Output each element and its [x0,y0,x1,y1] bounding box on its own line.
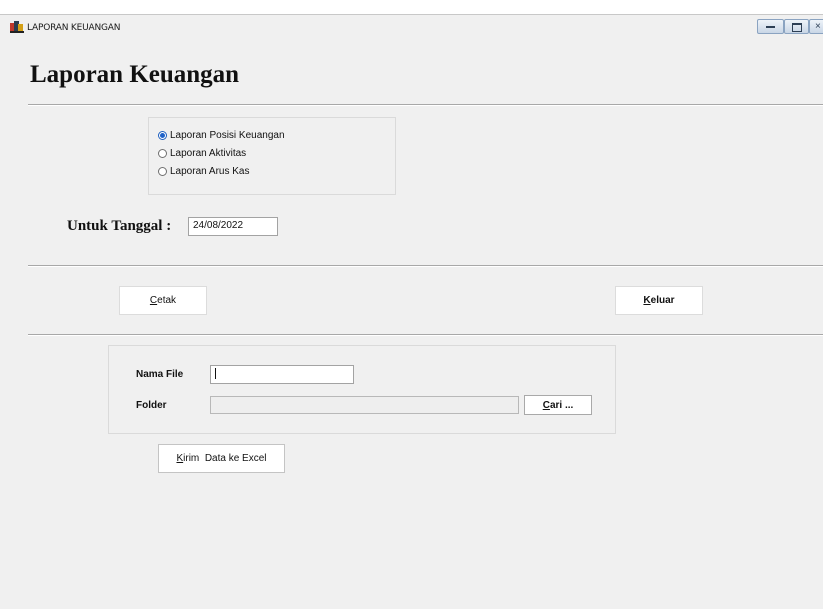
radio-label: Laporan Posisi Keuangan [170,129,285,141]
close-button[interactable]: × [809,19,823,34]
print-hotkey: C [149,295,158,306]
date-label: Untuk Tanggal : [67,218,172,234]
radio-button[interactable] [158,166,167,176]
folder-label: Folder [136,400,167,411]
export-excel-button[interactable]: Kirim Data ke Excel [158,444,285,473]
browse-hotkey: C [542,399,550,411]
page-title: Laporan Keuangan [30,61,240,88]
radio-posisi-keuangan[interactable]: Laporan Posisi Keuangan [158,128,285,142]
minimize-icon [766,26,775,28]
radio-label: Laporan Aktivitas [170,147,247,159]
folder-input[interactable] [210,396,519,414]
minimize-button[interactable] [757,19,784,34]
filename-label: Nama File [136,369,184,380]
radio-label: Laporan Arus Kas [170,165,250,177]
browse-label: ari ... [549,399,574,411]
radio-button[interactable] [158,130,167,140]
browse-button[interactable]: Cari ... [524,395,592,415]
radio-arus-kas[interactable]: Laporan Arus Kas [158,164,250,178]
maximize-icon [792,23,802,32]
exit-button[interactable]: Keluar [615,286,703,315]
title-bar[interactable]: LAPORAN KEUANGAN × [0,15,823,41]
report-type-group: Laporan Posisi Keuangan Laporan Aktivita… [148,117,396,195]
divider-bottom [28,334,823,336]
radio-button[interactable] [158,148,167,158]
report-icon [10,21,24,33]
report-window: LAPORAN KEUANGAN × Laporan Keuangan Lapo… [0,14,823,609]
export-group: Nama File Folder Cari ... [108,345,616,434]
divider-top [28,104,823,106]
text-caret [215,368,216,379]
date-input[interactable]: 24/08/2022 [188,217,278,236]
close-icon: × [815,21,821,32]
print-button[interactable]: Cetak [119,286,207,315]
window-title: LAPORAN KEUANGAN [27,23,121,33]
export-hotkey: K [176,453,184,464]
exit-label: eluar [650,295,675,306]
divider-middle [28,265,823,267]
radio-aktivitas[interactable]: Laporan Aktivitas [158,146,246,160]
maximize-button[interactable] [784,19,809,34]
exit-hotkey: K [643,295,651,306]
export-label: irim Data ke Excel [183,453,267,464]
print-label: etak [157,295,177,306]
filename-input[interactable] [210,365,354,384]
